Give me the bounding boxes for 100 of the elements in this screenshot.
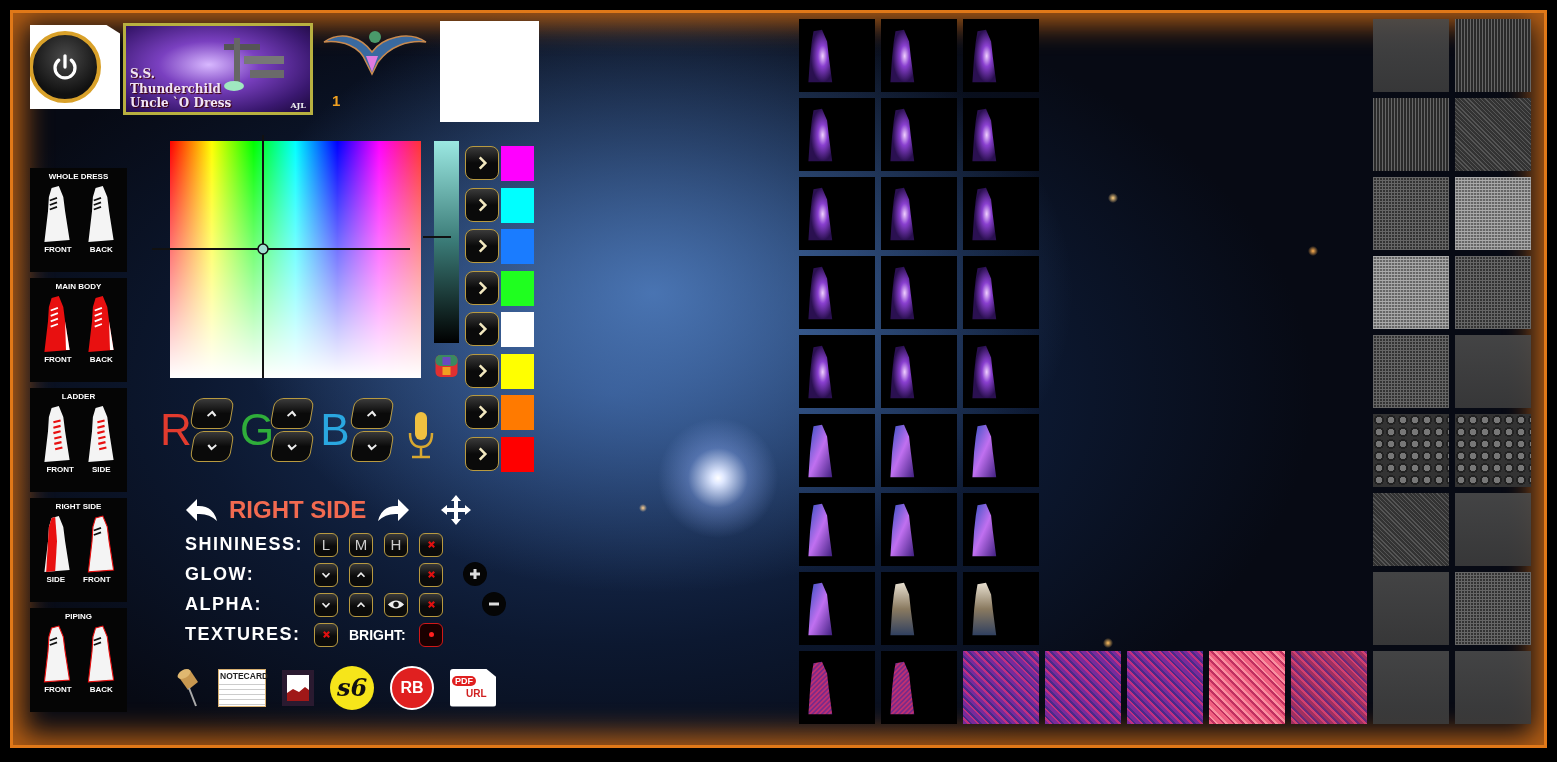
pattern-swatch[interactable] (1209, 651, 1285, 724)
clear-button[interactable] (419, 592, 443, 617)
color-swatch[interactable] (501, 270, 534, 306)
texture-swatch[interactable] (1373, 651, 1449, 724)
dress-thumbnail[interactable] (963, 493, 1039, 566)
decrease-button[interactable] (349, 431, 395, 462)
dress-thumbnail[interactable] (799, 19, 875, 92)
texture-swatch[interactable] (1373, 414, 1449, 487)
pattern-swatch[interactable] (1045, 651, 1121, 724)
dress-thumbnail[interactable] (799, 572, 875, 645)
texture-swatch[interactable] (1373, 177, 1449, 250)
dress-thumbnail[interactable] (799, 493, 875, 566)
texture-swatch[interactable] (1373, 572, 1449, 645)
zoom-out-button[interactable] (482, 591, 506, 616)
pdf-url-button[interactable]: PDF URL (450, 668, 496, 707)
decrease-button[interactable] (269, 431, 315, 462)
dress-thumbnail[interactable] (799, 256, 875, 329)
increase-button[interactable] (349, 592, 373, 617)
dress-thumbnail[interactable] (963, 177, 1039, 250)
dress-thumbnail[interactable] (963, 19, 1039, 92)
pattern-swatch[interactable] (1127, 651, 1203, 724)
dress-thumbnail[interactable] (799, 177, 875, 250)
apply-button[interactable] (465, 146, 499, 180)
brightness-slider[interactable] (423, 141, 459, 343)
texture-swatch[interactable] (1455, 19, 1531, 92)
increase-button[interactable] (269, 398, 315, 429)
texture-swatch[interactable] (1373, 256, 1449, 329)
dress-thumbnail[interactable] (881, 651, 957, 724)
dress-thumbnail[interactable] (963, 335, 1039, 408)
texture-swatch[interactable] (1455, 256, 1531, 329)
level-button[interactable]: H (384, 532, 408, 557)
decrease-button[interactable] (314, 592, 338, 617)
texture-swatch[interactable] (1455, 335, 1531, 408)
dress-thumbnail[interactable] (881, 98, 957, 171)
s6-button[interactable]: s6 (330, 665, 374, 710)
dress-part-card[interactable]: RIGHT SIDE SIDE FRONT (30, 498, 127, 602)
dress-part-card[interactable]: MAIN BODY FRONT BACK (30, 278, 127, 382)
color-swatch[interactable] (501, 395, 534, 430)
level-button[interactable]: L (314, 532, 338, 557)
apply-button[interactable] (465, 229, 499, 263)
texture-swatch[interactable] (1373, 335, 1449, 408)
texture-swatch[interactable] (1455, 98, 1531, 171)
dress-thumbnail[interactable] (799, 335, 875, 408)
level-button[interactable]: M (349, 532, 373, 557)
color-swatch[interactable] (501, 229, 534, 264)
bright-button[interactable] (419, 622, 443, 647)
dress-thumbnail[interactable] (881, 335, 957, 408)
apply-button[interactable] (465, 270, 499, 305)
move-icon[interactable] (440, 493, 473, 526)
dress-thumbnail[interactable] (799, 98, 875, 171)
clear-button[interactable] (419, 532, 443, 557)
dress-part-card[interactable]: WHOLE DRESS FRONT BACK (30, 168, 127, 272)
increase-button[interactable] (189, 398, 235, 429)
dress-thumbnail[interactable] (881, 414, 957, 487)
dress-thumbnail[interactable] (963, 256, 1039, 329)
zoom-in-button[interactable] (463, 561, 487, 586)
texture-swatch[interactable] (1455, 651, 1531, 724)
rb-button[interactable]: RB (390, 665, 434, 710)
clear-button[interactable] (314, 622, 338, 647)
texture-swatch[interactable] (1455, 414, 1531, 487)
color-swatch[interactable] (501, 436, 534, 472)
dress-thumbnail[interactable] (881, 493, 957, 566)
texture-swatch[interactable] (1455, 572, 1531, 645)
apply-button[interactable] (465, 187, 499, 222)
dress-thumbnail[interactable] (881, 256, 957, 329)
apply-button[interactable] (465, 395, 499, 429)
color-swatch[interactable] (501, 146, 534, 181)
decrease-button[interactable] (314, 562, 338, 587)
pattern-swatch[interactable] (1291, 651, 1367, 724)
dress-thumbnail[interactable] (881, 177, 957, 250)
increase-button[interactable] (349, 562, 373, 587)
image-button[interactable] (282, 669, 314, 706)
texture-swatch[interactable] (1455, 177, 1531, 250)
dress-part-card[interactable]: LADDER FRONT SIDE (30, 388, 127, 492)
dress-part-card[interactable]: PIPING FRONT BACK (30, 608, 127, 712)
texture-swatch[interactable] (1373, 19, 1449, 92)
color-swatch[interactable] (501, 187, 534, 223)
slider-thumb[interactable] (423, 235, 451, 238)
microphone-icon[interactable] (406, 411, 436, 459)
texture-swatch[interactable] (1373, 98, 1449, 171)
dress-thumbnail[interactable] (799, 414, 875, 487)
texture-swatch[interactable] (1373, 493, 1449, 566)
visibility-button[interactable] (384, 592, 408, 617)
texture-swatch[interactable] (1455, 493, 1531, 566)
dress-thumbnail[interactable] (963, 98, 1039, 171)
dress-thumbnail[interactable] (963, 572, 1039, 645)
pattern-swatch[interactable] (963, 651, 1039, 724)
dress-thumbnail[interactable] (881, 19, 957, 92)
color-swatch[interactable] (501, 312, 534, 347)
cross-icon (426, 540, 436, 549)
decrease-button[interactable] (189, 431, 235, 462)
dress-thumbnail[interactable] (963, 414, 1039, 487)
increase-button[interactable] (349, 398, 395, 429)
apply-button[interactable] (465, 436, 499, 471)
apply-button[interactable] (465, 353, 499, 388)
clear-button[interactable] (419, 562, 443, 587)
apply-button[interactable] (465, 312, 499, 346)
dress-thumbnail[interactable] (881, 572, 957, 645)
dress-thumbnail[interactable] (799, 651, 875, 724)
color-swatch[interactable] (501, 353, 534, 389)
